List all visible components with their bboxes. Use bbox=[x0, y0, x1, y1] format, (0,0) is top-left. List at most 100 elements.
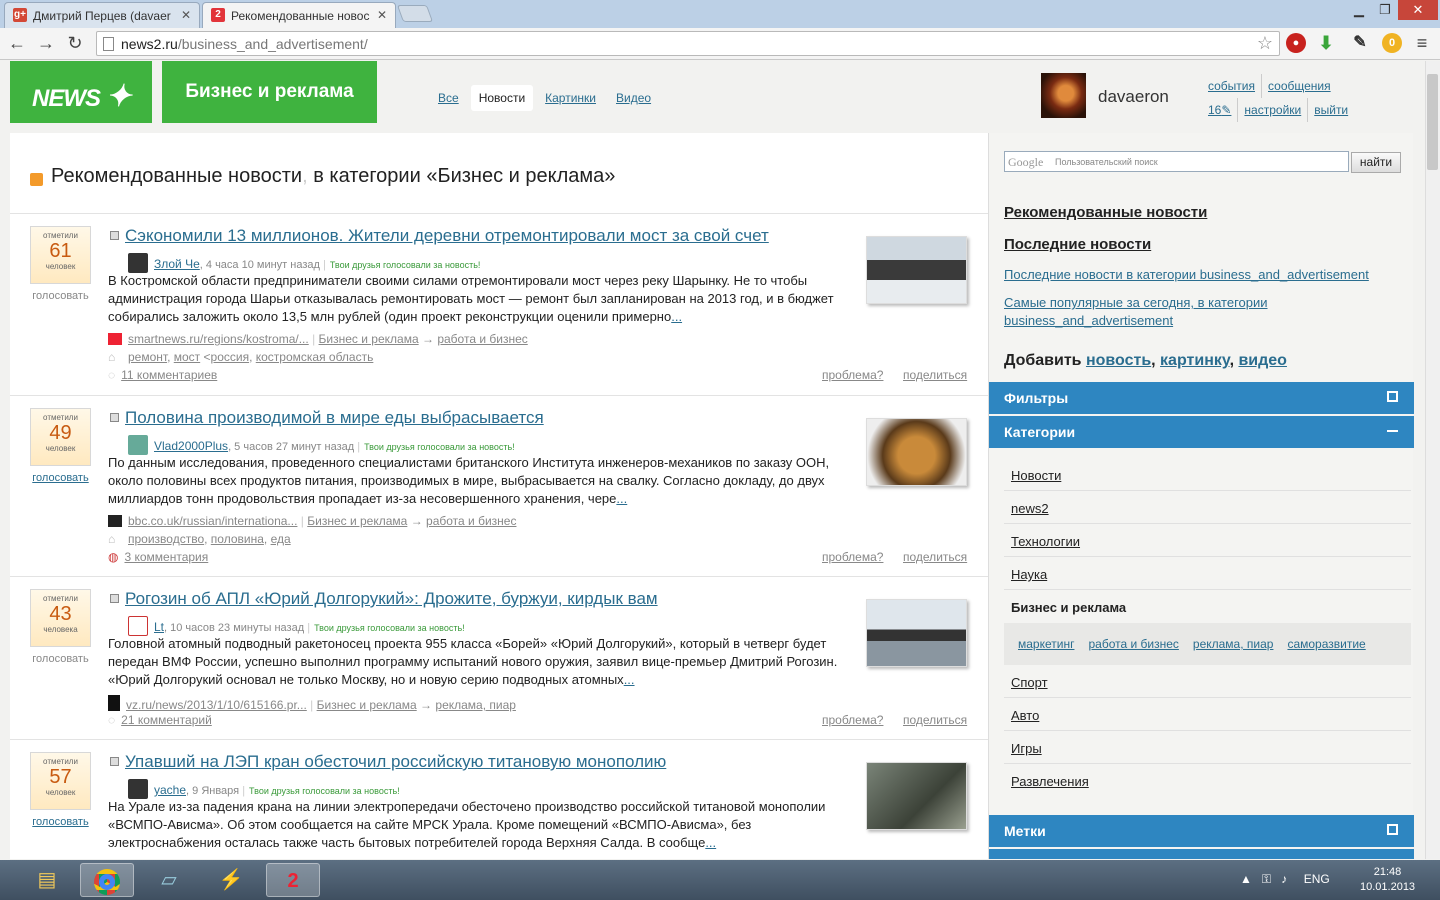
bookmark-star-icon[interactable]: ☆ bbox=[1257, 33, 1273, 54]
language-indicator[interactable]: ENG bbox=[1304, 872, 1330, 886]
tag-link[interactable]: половина bbox=[211, 532, 264, 546]
read-more-link[interactable]: ... bbox=[624, 672, 635, 687]
share-link[interactable]: поделиться bbox=[903, 368, 967, 382]
network-icon[interactable]: ⚿ bbox=[1262, 872, 1271, 886]
subcategory-link[interactable]: реклама, пиар bbox=[435, 698, 516, 712]
tag-link[interactable]: еда bbox=[271, 532, 291, 546]
category-link[interactable]: Бизнес и реклама bbox=[319, 332, 419, 346]
category-link[interactable]: Бизнес и реклама bbox=[317, 698, 417, 712]
maximize-icon[interactable]: ❐ bbox=[1372, 0, 1398, 20]
subcategory-link[interactable]: работа и бизнес bbox=[437, 332, 527, 346]
search-button[interactable]: найти bbox=[1351, 152, 1401, 173]
author-link[interactable]: yache bbox=[154, 783, 186, 797]
events-link[interactable]: события bbox=[1190, 74, 1261, 98]
add-picture-link[interactable]: картинку bbox=[1160, 352, 1230, 369]
address-bar[interactable]: news2.ru/business_and_advertisement/ ☆ bbox=[96, 31, 1280, 56]
subcategory-item[interactable]: саморазвитие bbox=[1287, 637, 1365, 651]
minimize-icon[interactable]: ▁ bbox=[1346, 0, 1372, 20]
scrollbar[interactable] bbox=[1425, 61, 1440, 859]
author-link[interactable]: Lt bbox=[154, 620, 164, 634]
tag-link[interactable]: ремонт bbox=[128, 350, 167, 364]
category-item[interactable]: news2 bbox=[1004, 491, 1411, 524]
wrench-icon[interactable]: ✎ bbox=[1350, 33, 1370, 53]
tab-news2[interactable]: 2 Рекомендованные новос ✕ bbox=[202, 2, 396, 28]
vote-button[interactable]: голосовать bbox=[30, 816, 91, 828]
news-thumbnail[interactable] bbox=[866, 599, 967, 667]
category-item[interactable]: Авто bbox=[1004, 698, 1411, 731]
tray-arrow-icon[interactable]: ▲ bbox=[1240, 872, 1252, 886]
report-problem-link[interactable]: проблема? bbox=[822, 713, 883, 727]
report-problem-link[interactable]: проблема? bbox=[822, 368, 883, 382]
nav-video[interactable]: Видео bbox=[608, 85, 659, 111]
notification-badge-icon[interactable]: 0 bbox=[1382, 33, 1402, 53]
expand-icon[interactable] bbox=[110, 594, 119, 603]
latest-in-category-link[interactable]: Последние новости в категории business_a… bbox=[1004, 266, 1404, 284]
site-logo[interactable]: NEWS ✦ bbox=[10, 61, 152, 123]
nav-all[interactable]: Все bbox=[430, 85, 467, 111]
category-item[interactable]: Наука bbox=[1004, 557, 1411, 590]
explorer-icon[interactable]: ▤ bbox=[20, 863, 74, 897]
messages-link[interactable]: сообщения bbox=[1261, 74, 1337, 98]
news-thumbnail[interactable] bbox=[866, 762, 967, 830]
close-window-icon[interactable]: ✕ bbox=[1398, 0, 1438, 20]
new-tab-button[interactable] bbox=[396, 5, 434, 22]
nav-news[interactable]: Новости bbox=[470, 85, 534, 111]
close-tab-icon[interactable]: ✕ bbox=[181, 8, 191, 22]
category-item[interactable]: Спорт bbox=[1004, 665, 1411, 698]
menu-icon[interactable]: ≡ bbox=[1412, 33, 1432, 53]
tag-link[interactable]: производство bbox=[128, 532, 204, 546]
source-link[interactable]: smartnews.ru/regions/kostroma/... bbox=[128, 332, 309, 346]
source-link[interactable]: vz.ru/news/2013/1/10/615166.pr... bbox=[126, 698, 307, 712]
settings-link[interactable]: настройки bbox=[1237, 98, 1307, 122]
news-thumbnail[interactable] bbox=[866, 236, 967, 304]
reload-icon[interactable]: ↻ bbox=[64, 32, 86, 54]
author-avatar[interactable] bbox=[128, 253, 148, 273]
search-input[interactable]: Google Пользовательский поиск bbox=[1004, 151, 1349, 172]
share-link[interactable]: поделиться bbox=[903, 713, 967, 727]
author-avatar[interactable] bbox=[128, 435, 148, 455]
next-panel-header[interactable] bbox=[989, 849, 1414, 859]
comments-link[interactable]: 3 комментария bbox=[124, 550, 208, 564]
avatar[interactable] bbox=[1041, 73, 1086, 118]
notepad-icon[interactable]: ▱ bbox=[142, 863, 196, 897]
recommended-news-link[interactable]: Рекомендованные новости bbox=[1004, 204, 1207, 221]
categories-panel-header[interactable]: Категории bbox=[989, 416, 1414, 448]
vote-button[interactable]: голосовать bbox=[30, 472, 91, 484]
tab-google-plus[interactable]: g+ Дмитрий Перцев (davaer ✕ bbox=[4, 2, 200, 28]
news2-app-icon[interactable]: 2 bbox=[266, 863, 320, 897]
clock[interactable]: 21:48 10.01.2013 bbox=[1360, 865, 1415, 895]
rss-icon[interactable] bbox=[30, 173, 43, 186]
popular-in-category-link[interactable]: Самые популярные за сегодня, в категории… bbox=[1004, 294, 1304, 330]
source-link[interactable]: bbc.co.uk/russian/internationa... bbox=[128, 514, 297, 528]
author-link[interactable]: Злой Че bbox=[154, 257, 200, 271]
news-title[interactable]: Сэкономили 13 миллионов. Жители деревни … bbox=[110, 226, 769, 246]
news-title[interactable]: Рогозин об АПЛ «Юрий Долгорукий»: Дрожит… bbox=[110, 589, 658, 609]
read-more-link[interactable]: ... bbox=[671, 309, 682, 324]
add-video-link[interactable]: видео bbox=[1238, 352, 1287, 369]
latest-news-link[interactable]: Последние новости bbox=[1004, 236, 1151, 253]
news-title[interactable]: Половина производимой в мире еды выбрасы… bbox=[110, 408, 544, 428]
back-icon[interactable]: ← bbox=[6, 32, 28, 54]
author-avatar[interactable] bbox=[128, 616, 148, 636]
tag-link[interactable]: мост bbox=[174, 350, 200, 364]
expand-icon[interactable] bbox=[110, 413, 119, 422]
category-title[interactable]: Бизнес и реклама bbox=[162, 61, 377, 123]
tags-panel-header[interactable]: Метки bbox=[989, 815, 1414, 847]
filters-panel-header[interactable]: Фильтры bbox=[989, 382, 1414, 414]
logout-link[interactable]: выйти bbox=[1307, 98, 1354, 122]
author-link[interactable]: Vlad2000Plus bbox=[154, 439, 228, 453]
subcategory-item[interactable]: маркетинг bbox=[1018, 637, 1074, 651]
share-link[interactable]: поделиться bbox=[903, 550, 967, 564]
report-problem-link[interactable]: проблема? bbox=[822, 550, 883, 564]
category-item[interactable]: Технологии bbox=[1004, 524, 1411, 557]
read-more-link[interactable]: ... bbox=[616, 491, 627, 506]
network-app-icon[interactable]: ⚡ bbox=[204, 863, 258, 897]
subcategory-item[interactable]: работа и бизнес bbox=[1088, 637, 1178, 651]
subcategory-item[interactable]: реклама, пиар bbox=[1193, 637, 1274, 651]
karma-link[interactable]: 16✎ bbox=[1190, 98, 1237, 122]
read-more-link[interactable]: ... bbox=[705, 835, 716, 850]
tag-link[interactable]: костромская область bbox=[256, 350, 374, 364]
nav-pictures[interactable]: Картинки bbox=[537, 85, 604, 111]
subcategory-link[interactable]: работа и бизнес bbox=[426, 514, 516, 528]
expand-icon[interactable] bbox=[110, 757, 119, 766]
